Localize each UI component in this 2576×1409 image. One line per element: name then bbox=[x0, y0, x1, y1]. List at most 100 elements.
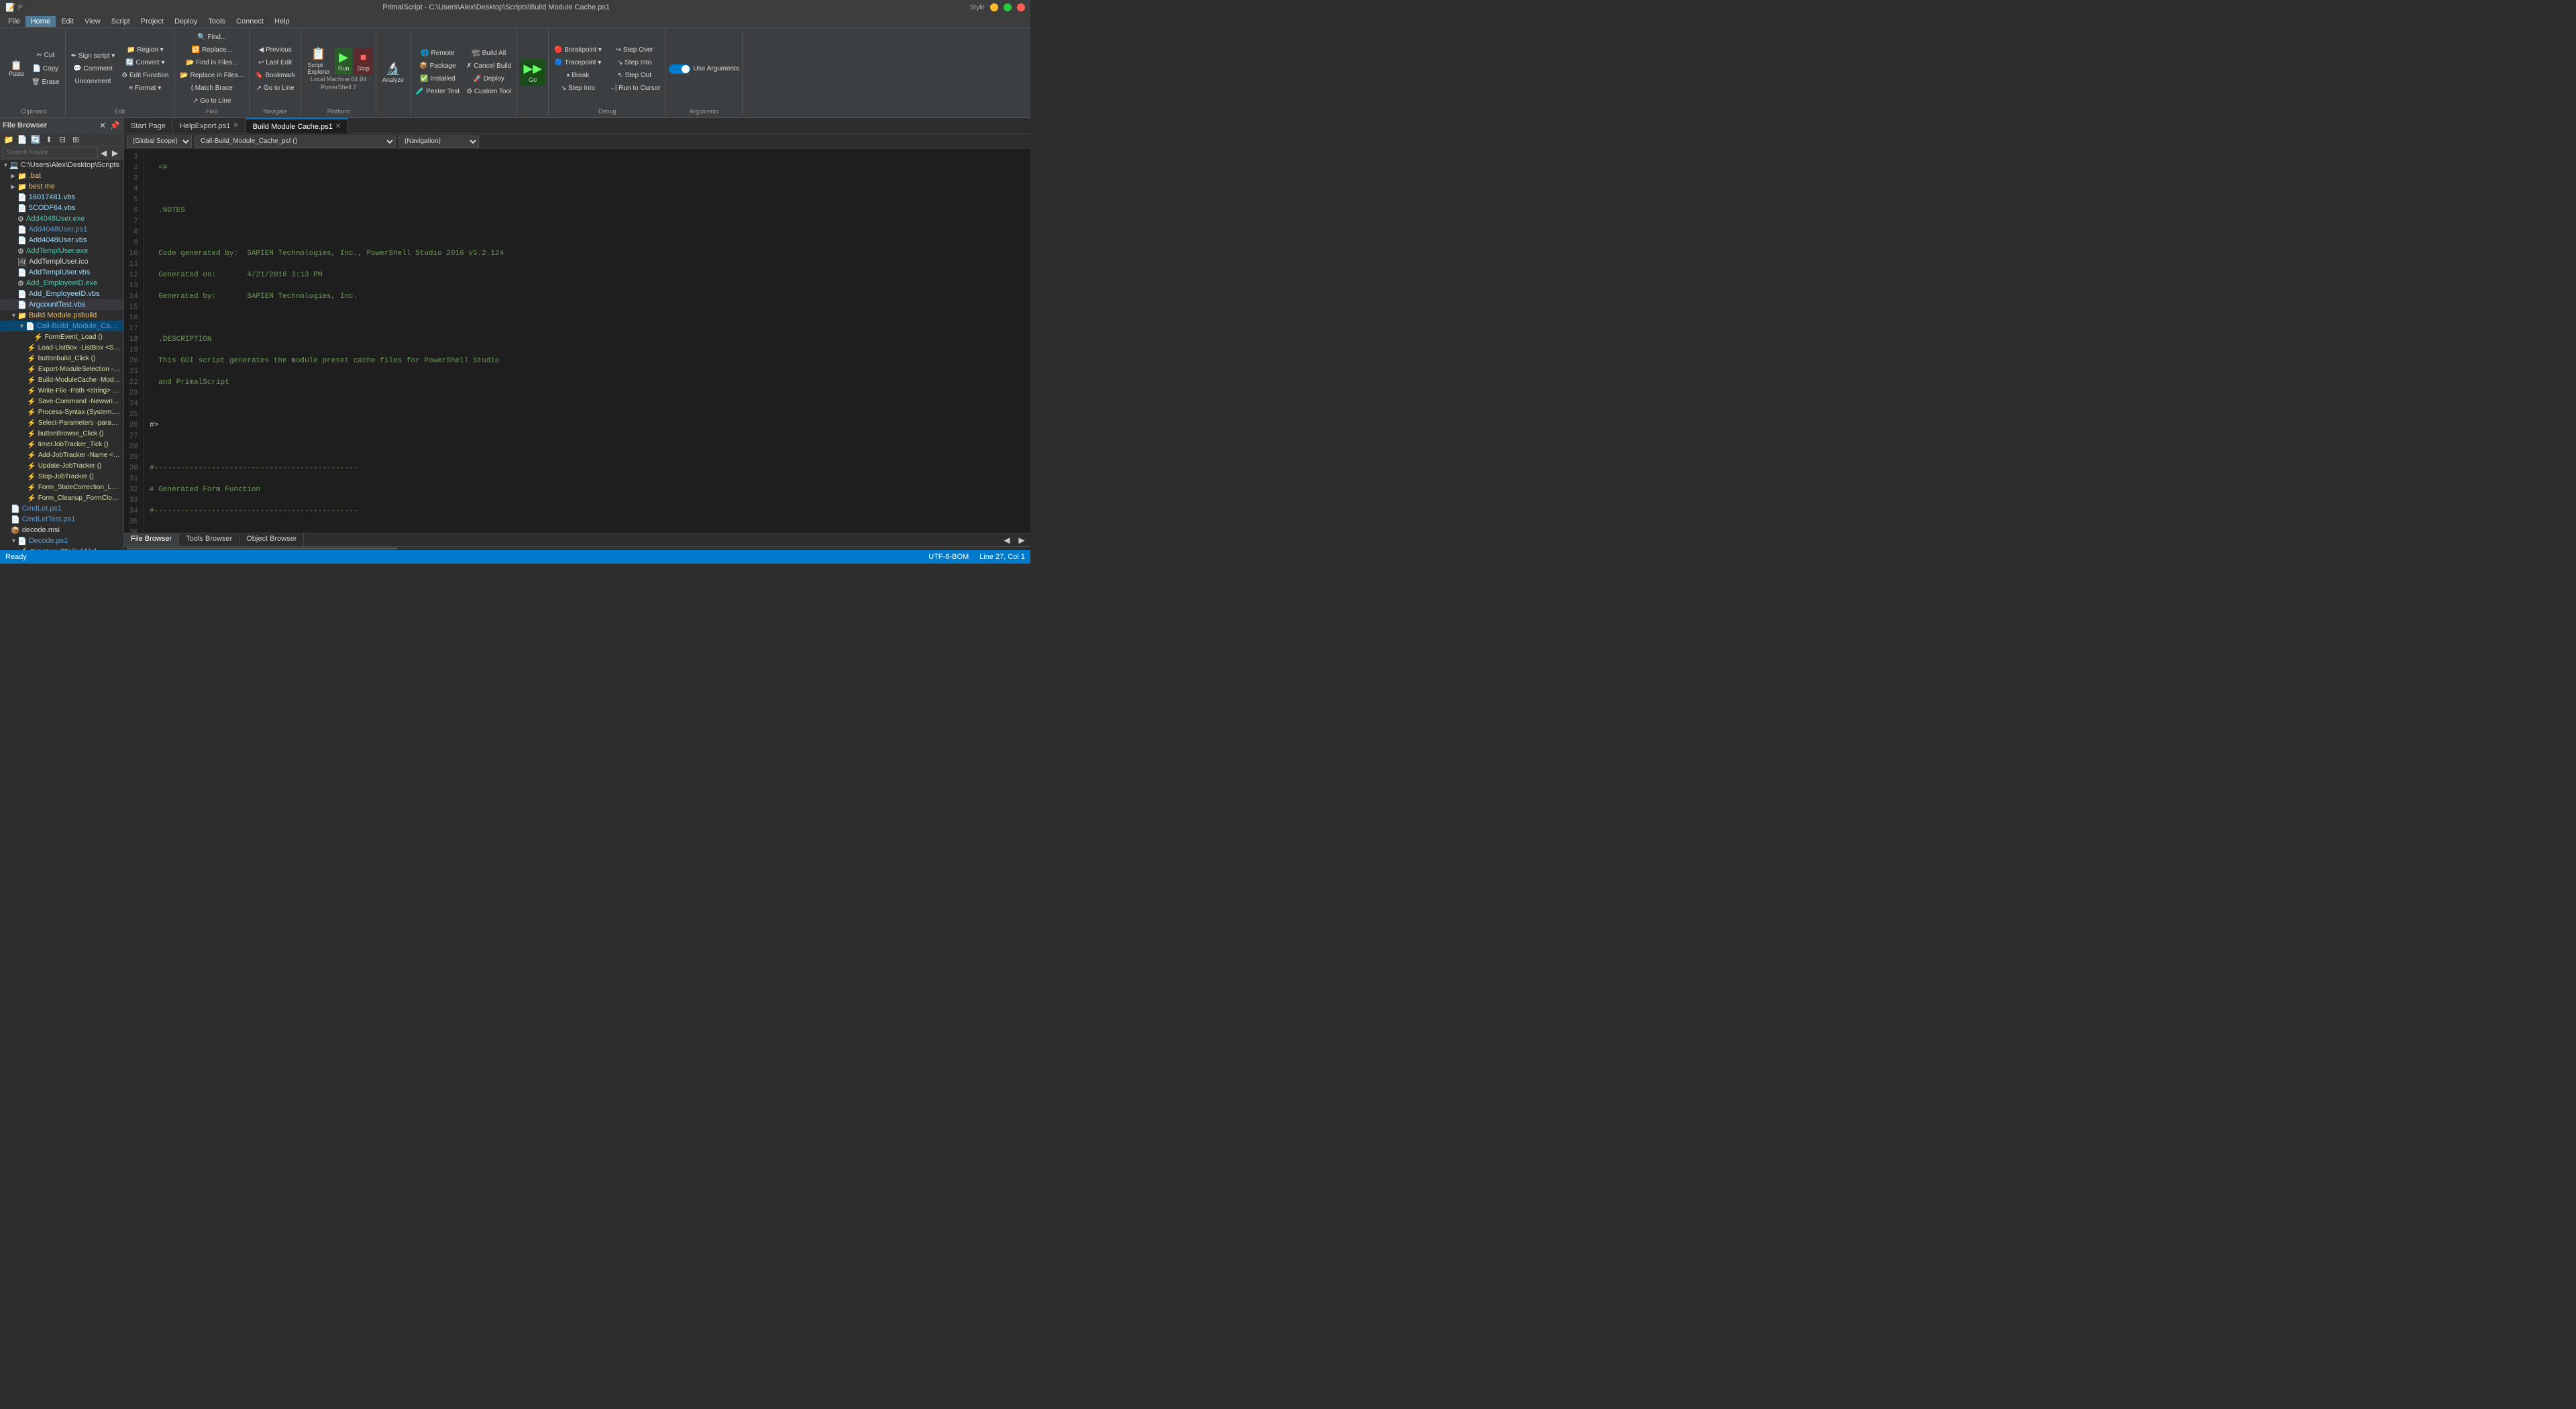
search-input[interactable] bbox=[3, 148, 98, 158]
edit-function-button[interactable]: ⚙ Edit Function bbox=[119, 69, 171, 81]
list-item[interactable]: ⚡ Add-JobTracker -Name <string> -JobScri… bbox=[0, 450, 123, 460]
previous-button[interactable]: ◀ Previous bbox=[252, 44, 298, 56]
find-files-button[interactable]: 📂 Find in Files... bbox=[177, 56, 246, 68]
tab-build-module[interactable]: Build Module Cache.ps1 ✕ bbox=[246, 118, 349, 134]
menu-connect[interactable]: Connect bbox=[231, 16, 269, 27]
list-item[interactable]: 📄 Add_EmployeeID.vbs bbox=[0, 289, 123, 299]
list-item[interactable]: ⚡ buttonBrowse_Click () bbox=[0, 428, 123, 439]
list-item[interactable]: ⚡ timerJobTracker_Tick () bbox=[0, 439, 123, 450]
analyze-button[interactable]: 🔬 Analyze bbox=[379, 59, 407, 86]
cancel-build-button[interactable]: ✗ Cancel Build bbox=[464, 60, 514, 72]
panel-next-button[interactable]: ▶ bbox=[1016, 534, 1028, 546]
tab-build-module-close[interactable]: ✕ bbox=[335, 123, 341, 130]
list-item[interactable]: 📄 CmdLetTest.ps1 bbox=[0, 514, 123, 525]
collapse-button[interactable]: ⊟ bbox=[56, 134, 68, 146]
goto-line-button[interactable]: ↗ Go to Line bbox=[177, 95, 246, 107]
refresh-button[interactable]: 🔄 bbox=[30, 134, 42, 146]
menu-edit[interactable]: Edit bbox=[56, 16, 79, 27]
code-content[interactable]: <# .NOTES Code generated by: SAPIEN Tech… bbox=[144, 149, 1030, 533]
format-button[interactable]: ≡ Format ▾ bbox=[119, 82, 171, 94]
list-item[interactable]: ▼ 📄 Call-Build_Module_Cache.psf () bbox=[0, 321, 123, 331]
scope-dropdown[interactable]: (Global Scope) bbox=[127, 136, 192, 148]
package-button[interactable]: 📦 Package bbox=[413, 60, 462, 72]
panel-prev-button[interactable]: ◀ bbox=[1001, 534, 1013, 546]
list-item[interactable]: ⚡ Save-Command -Newwriter <System.IO.Str… bbox=[0, 396, 123, 407]
cut-button[interactable]: ✂ Cut bbox=[29, 50, 62, 62]
list-item[interactable]: 📄 16017481.vbs bbox=[0, 192, 123, 203]
run-to-cursor-button[interactable]: →| Run to Cursor bbox=[606, 82, 663, 94]
code-editor[interactable]: 12345 678910 1112131415 1617181920 21222… bbox=[124, 149, 1030, 533]
go-button[interactable]: ▶▶ Go bbox=[520, 59, 545, 86]
match-brace-button[interactable]: { Match Brace bbox=[177, 82, 246, 94]
break-button[interactable]: ⏸ Break bbox=[551, 69, 604, 81]
tab-object-browser[interactable]: Object Browser bbox=[239, 533, 304, 546]
list-item[interactable]: 📄 CmdLet.ps1 bbox=[0, 503, 123, 514]
tab-start-page[interactable]: Start Page bbox=[124, 118, 173, 134]
paste-button[interactable]: 📋 Paste bbox=[5, 56, 28, 83]
list-item[interactable]: ⚡ FormEvent_Load () bbox=[0, 331, 123, 342]
step-into-debug-button[interactable]: ↘ Step Into bbox=[551, 82, 604, 94]
list-item[interactable]: ⚡ Export-ModuleSelection -ModuleSelectio… bbox=[0, 364, 123, 374]
new-file-button[interactable]: 📄 bbox=[16, 134, 28, 146]
list-item[interactable]: ⚡ Form_StateCorrection_Load () bbox=[0, 482, 123, 492]
pester-test-button[interactable]: 🧪 Pester Test bbox=[413, 85, 462, 97]
up-button[interactable]: ⬆ bbox=[43, 134, 55, 146]
tab-file-browser[interactable]: File Browser bbox=[124, 533, 179, 546]
replace-button[interactable]: 🔁 Replace... bbox=[177, 44, 246, 56]
list-item[interactable]: 📄 Add4048User.ps1 bbox=[0, 224, 123, 235]
menu-tools[interactable]: Tools bbox=[203, 16, 231, 27]
menu-script[interactable]: Script bbox=[106, 16, 136, 27]
comment-button[interactable]: 💬 Comment bbox=[68, 63, 118, 75]
sidebar-close-button[interactable]: ✕ bbox=[97, 119, 109, 132]
search-next-button[interactable]: ▶ bbox=[109, 147, 121, 159]
list-item[interactable]: ⚡ Build-ModuleCache -Module -Folders <st… bbox=[0, 374, 123, 385]
use-arguments-toggle[interactable]: Use Arguments bbox=[669, 64, 739, 74]
list-item[interactable]: 📄 Add4048User.vbs bbox=[0, 235, 123, 246]
find-button[interactable]: 🔍 Find... bbox=[177, 31, 246, 43]
list-item[interactable]: ▼ 📄 Decode.ps1 bbox=[0, 535, 123, 546]
uncomment-button[interactable]: Uncomment bbox=[68, 76, 118, 88]
list-item[interactable]: ⚙ AddTemplUser.exe bbox=[0, 246, 123, 256]
list-item[interactable]: ▶ 📁 best me bbox=[0, 181, 123, 192]
tracepoint-button[interactable]: 🔵 Tracepoint ▾ bbox=[551, 56, 604, 68]
build-all-button[interactable]: 🏗 Build All bbox=[464, 47, 514, 59]
list-item[interactable]: ⚙ Add4048User.exe bbox=[0, 213, 123, 224]
menu-help[interactable]: Help bbox=[269, 16, 295, 27]
replace-files-button[interactable]: 📂 Replace in Files... bbox=[177, 69, 246, 81]
new-folder-button[interactable]: 📁 bbox=[3, 134, 15, 146]
list-item[interactable]: 📄 ArgcountTest.vbs bbox=[0, 299, 123, 310]
function-dropdown[interactable]: Call-Build_Module_Cache_psf () bbox=[195, 136, 396, 148]
tab-helpexport[interactable]: HelpExport.ps1 ✕ bbox=[173, 118, 246, 134]
list-item[interactable]: 📄 5CODF64.vbs bbox=[0, 203, 123, 213]
close-button[interactable] bbox=[1017, 3, 1025, 11]
custom-tool-button[interactable]: ⚙ Custom Tool bbox=[464, 85, 514, 97]
list-item[interactable]: ⚡ Select-Parameters -parametersets -Neww… bbox=[0, 417, 123, 428]
expand-button[interactable]: ⊞ bbox=[70, 134, 82, 146]
copy-button[interactable]: 📄 Copy bbox=[29, 63, 62, 75]
erase-button[interactable]: 🗑 Erase bbox=[29, 76, 62, 89]
tab-tools-browser[interactable]: Tools Browser bbox=[179, 533, 239, 546]
list-item[interactable]: ▼ 📁 Build Module.psbuild bbox=[0, 310, 123, 321]
list-item[interactable]: ⚡ Stop-JobTracker () bbox=[0, 471, 123, 482]
sidebar-pin-button[interactable]: 📌 bbox=[109, 119, 121, 132]
list-item[interactable]: ⚡ buttonbuild_Click () bbox=[0, 353, 123, 364]
menu-project[interactable]: Project bbox=[136, 16, 169, 27]
last-edit-button[interactable]: ↩ Last Edit bbox=[252, 56, 298, 68]
menu-view[interactable]: View bbox=[79, 16, 106, 27]
breakpoint-button[interactable]: 🔴 Breakpoint ▾ bbox=[551, 44, 604, 56]
list-item[interactable]: ⚡ Process-Syntax (System.Text.StringBuil… bbox=[0, 407, 123, 417]
maximize-button[interactable] bbox=[1004, 3, 1012, 11]
list-item[interactable]: ⚙ Add_EmployeeID.exe bbox=[0, 278, 123, 289]
stop-toolbar-button[interactable]: ⏹ Stop bbox=[354, 48, 373, 74]
installed-button[interactable]: ✅ Installed bbox=[413, 72, 462, 85]
list-item[interactable]: ⚡ Form_Cleanup_FormClosed () bbox=[0, 492, 123, 503]
script-explorer-button[interactable]: 📋 ScriptExplorer bbox=[304, 48, 333, 74]
list-item[interactable]: 🖼 AddTemplUser.ico bbox=[0, 256, 123, 267]
list-item[interactable]: ▶ 📁 .bat bbox=[0, 170, 123, 181]
run-button[interactable]: ▶ Run bbox=[335, 48, 353, 74]
goto-line-nav-button[interactable]: ↗ Go to Line bbox=[252, 82, 298, 94]
convert-button[interactable]: 🔄 Convert ▾ bbox=[119, 56, 171, 68]
menu-file[interactable]: File bbox=[3, 16, 25, 27]
list-item[interactable]: 📦 decode.msi bbox=[0, 525, 123, 535]
deploy-button[interactable]: 🚀 Deploy bbox=[464, 72, 514, 85]
